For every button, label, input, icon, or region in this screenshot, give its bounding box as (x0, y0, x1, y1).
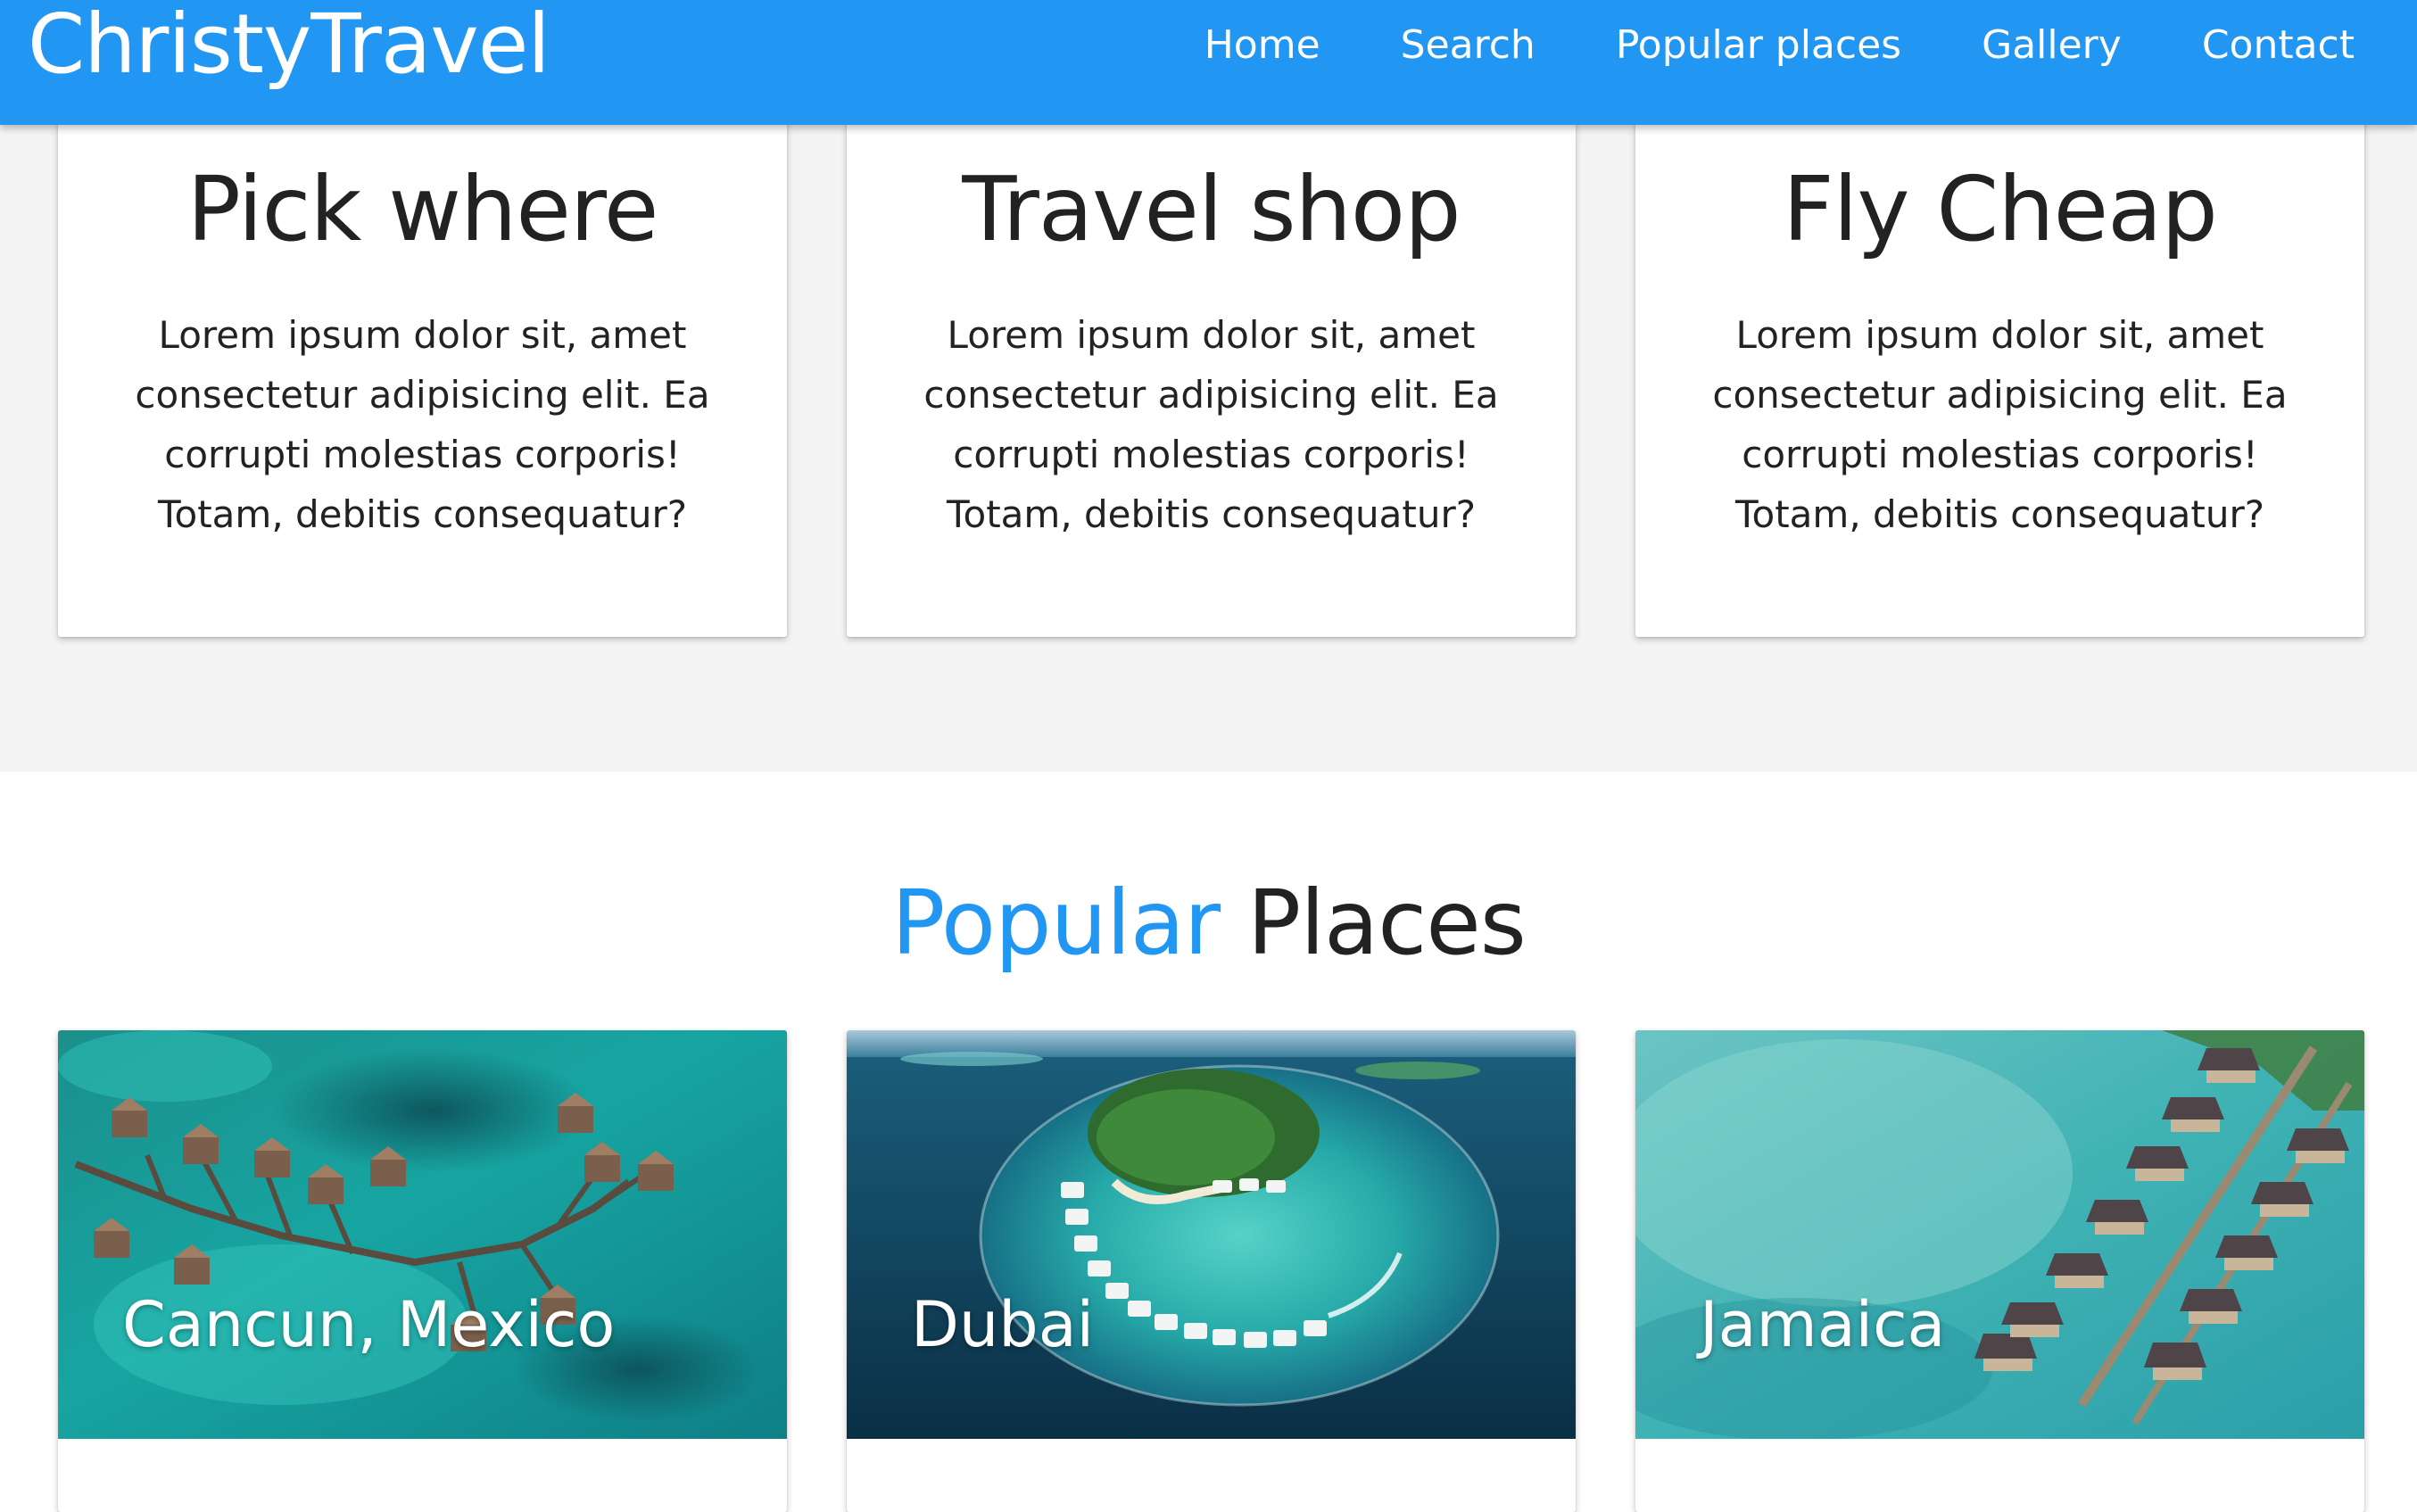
feature-text: Lorem ipsum dolor sit, amet consectetur … (135, 313, 710, 536)
nav-link-search[interactable]: Search (1401, 22, 1535, 68)
heading-rest-word: Places (1246, 871, 1527, 975)
feature-card-travel-shop: Travel shop Lorem ipsum dolor sit, amet … (847, 89, 1576, 637)
place-image-jamaica (1635, 1030, 2364, 1439)
feature-title: Travel shop (962, 157, 1461, 261)
nav-link-gallery[interactable]: Gallery (1982, 22, 2122, 68)
feature-text: Lorem ipsum dolor sit, amet consectetur … (1712, 313, 2288, 536)
feature-card-fly-cheap: Fly Cheap Lorem ipsum dolor sit, amet co… (1635, 89, 2364, 637)
feature-title: Pick where (186, 157, 659, 261)
nav-link-contact[interactable]: Contact (2202, 22, 2355, 68)
top-navbar: ChristyTravel Home Search Popular places… (0, 0, 2417, 125)
heading-accent-word: Popular (891, 871, 1221, 975)
place-name-cancun: Cancun, Mexico (122, 1288, 616, 1361)
place-image-cancun (58, 1030, 787, 1439)
popular-places-heading: Popular Places (0, 870, 2417, 977)
place-name-dubai: Dubai (911, 1288, 1095, 1361)
place-image-dubai (847, 1030, 1576, 1439)
place-card-cancun[interactable] (58, 1030, 787, 1512)
place-name-jamaica: Jamaica (1700, 1288, 1946, 1361)
nav-link-home[interactable]: Home (1204, 22, 1320, 68)
place-card-jamaica[interactable] (1635, 1030, 2364, 1512)
brand-logo[interactable]: ChristyTravel (28, 0, 550, 89)
feature-title: Fly Cheap (1783, 157, 2218, 261)
nav-links: Home Search Popular places Gallery Conta… (1204, 0, 2355, 89)
place-card-dubai[interactable] (847, 1030, 1576, 1512)
feature-text: Lorem ipsum dolor sit, amet consectetur … (923, 313, 1499, 536)
feature-card-pick-where: Pick where Lorem ipsum dolor sit, amet c… (58, 89, 787, 637)
nav-link-popular-places[interactable]: Popular places (1616, 22, 1901, 68)
